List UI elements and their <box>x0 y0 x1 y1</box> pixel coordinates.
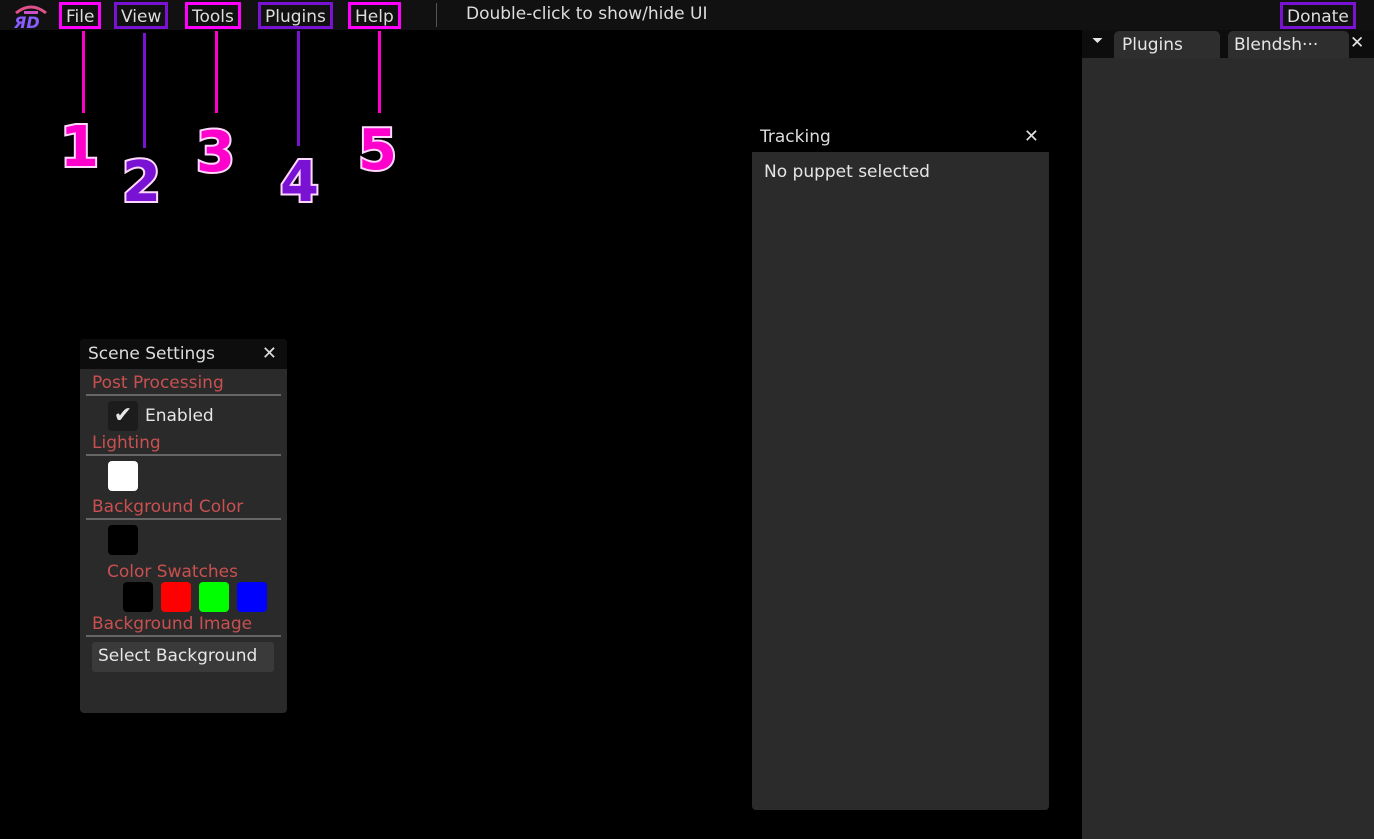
scene-settings-panel: Scene Settings ✕ Post Processing ✔ Enabl… <box>80 339 287 713</box>
scene-settings-title: Scene Settings <box>88 344 215 364</box>
menu-bar: ЯD File View Tools Plugins Help Double-c… <box>0 0 1374 30</box>
divider <box>86 454 281 456</box>
annotation-line <box>143 33 146 148</box>
tracking-title-bar[interactable]: Tracking ✕ <box>752 122 1049 152</box>
menu-plugins[interactable]: Plugins <box>258 2 333 29</box>
lighting-header: Lighting <box>92 433 161 453</box>
close-icon[interactable]: ✕ <box>1350 33 1364 53</box>
divider <box>86 394 281 396</box>
divider <box>86 518 281 520</box>
annotation-number: 5 <box>356 116 399 185</box>
annotation-number: 4 <box>278 148 321 217</box>
enabled-checkbox-row[interactable]: ✔ Enabled <box>108 401 287 431</box>
background-image-header: Background Image <box>92 614 253 634</box>
tab-blendshapes[interactable]: Blendsh··· <box>1228 31 1349 58</box>
swatch-black[interactable] <box>123 582 153 612</box>
donate-button[interactable]: Donate <box>1280 2 1356 29</box>
annotation-line <box>82 31 85 113</box>
ui-toggle-hint: Double-click to show/hide UI <box>466 4 708 24</box>
lighting-color-picker[interactable] <box>108 461 138 491</box>
enabled-checkbox[interactable]: ✔ <box>108 401 138 431</box>
tracking-title: Tracking <box>760 127 831 147</box>
annotation-number: 1 <box>58 113 101 182</box>
tracking-message: No puppet selected <box>764 162 930 182</box>
annotation-number: 3 <box>194 118 237 187</box>
dock-tab-bar: ⏷ Plugins Blendsh··· ✕ <box>1082 30 1374 58</box>
menu-separator <box>436 3 437 27</box>
right-dock: ⏷ Plugins Blendsh··· ✕ <box>1082 30 1374 839</box>
scene-settings-title-bar[interactable]: Scene Settings ✕ <box>80 339 287 369</box>
color-swatches-header: Color Swatches <box>107 562 239 582</box>
tracking-panel: Tracking ✕ No puppet selected <box>752 122 1049 810</box>
menu-file[interactable]: File <box>59 2 102 29</box>
menu-help[interactable]: Help <box>348 2 401 29</box>
select-background-button[interactable]: Select Background <box>92 642 274 672</box>
background-color-header: Background Color <box>92 497 244 517</box>
post-processing-header: Post Processing <box>92 373 224 393</box>
background-color-picker[interactable] <box>108 525 138 555</box>
tab-plugins[interactable]: Plugins <box>1114 31 1220 58</box>
annotation-number: 2 <box>120 148 163 217</box>
menu-tools[interactable]: Tools <box>185 2 241 29</box>
close-icon[interactable]: ✕ <box>262 339 277 369</box>
menu-view[interactable]: View <box>114 2 169 29</box>
divider <box>86 635 281 637</box>
svg-text:ЯD: ЯD <box>13 13 40 29</box>
tab-list-dropdown-icon[interactable]: ⏷ <box>1092 33 1103 49</box>
swatch-green[interactable] <box>199 582 229 612</box>
annotation-line <box>215 31 218 113</box>
swatch-red[interactable] <box>161 582 191 612</box>
enabled-label: Enabled <box>145 406 214 426</box>
swatch-blue[interactable] <box>237 582 267 612</box>
annotation-line <box>378 31 381 113</box>
close-icon[interactable]: ✕ <box>1024 122 1039 152</box>
color-swatches <box>123 582 287 612</box>
app-logo-icon: ЯD <box>13 5 47 29</box>
annotation-line <box>297 31 300 146</box>
